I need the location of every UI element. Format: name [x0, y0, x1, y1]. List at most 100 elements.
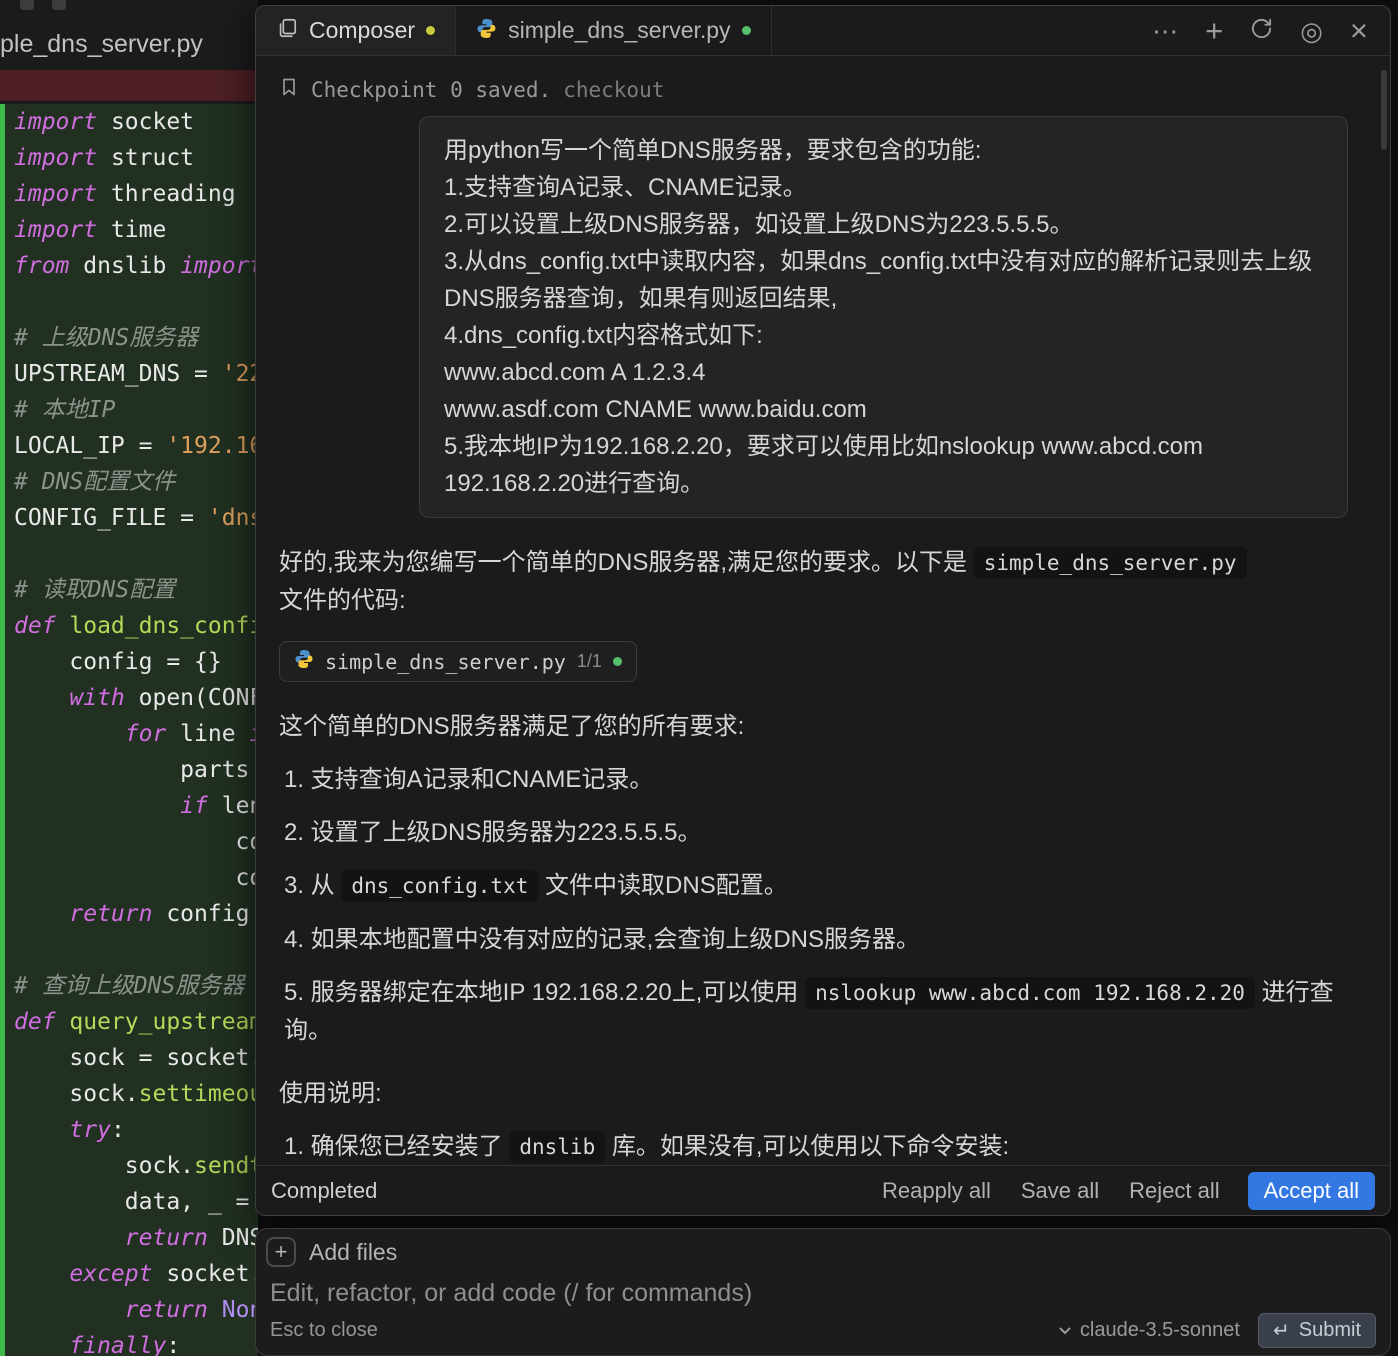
- code-token: 'dns_config.txt': [208, 505, 258, 531]
- enter-icon: ↵: [1273, 1318, 1290, 1343]
- code-line: for line in f:: [5, 716, 258, 752]
- add-files-button[interactable]: + Add files: [266, 1237, 397, 1267]
- tab-file-label: simple_dns_server.py: [508, 17, 730, 44]
- model-name: claude-3.5-sonnet: [1080, 1319, 1240, 1342]
- code-token: if: [180, 793, 222, 819]
- code-token: with: [69, 685, 138, 711]
- code-token: UPSTREAM_DNS =: [14, 361, 222, 387]
- code-token: [14, 793, 180, 819]
- checkout-link[interactable]: checkout: [563, 78, 664, 102]
- text-segment: 1. 支持查询A记录和CNAME记录。: [284, 766, 653, 793]
- code-line: # 上级DNS服务器: [5, 320, 258, 356]
- code-token: return: [125, 1297, 222, 1323]
- code-line: finally:: [5, 1328, 258, 1356]
- code-line: co: [5, 860, 258, 896]
- code-line: sock = socket.: [5, 1040, 258, 1076]
- code-line: CONFIG_FILE = 'dns_config.txt': [5, 500, 258, 536]
- file-chip[interactable]: simple_dns_server.py 1/1: [279, 641, 637, 682]
- unsaved-dot: [742, 26, 751, 35]
- assistant-list-item: 1. 确保您已经安装了 dnslib 库。如果没有,可以使用以下命令安装:: [279, 1128, 1367, 1166]
- code-token: # DNS配置文件: [14, 469, 175, 495]
- new-composer-icon[interactable]: +: [1205, 15, 1223, 46]
- editor-tab-icon: [20, 0, 34, 10]
- text-segment: 这个简单的DNS服务器满足了您的所有要求:: [279, 713, 744, 740]
- esc-hint: Esc to close: [270, 1319, 378, 1342]
- user-message-line: 1.支持查询A记录、CNAME记录。: [444, 169, 1323, 206]
- code-token: settimeout: [139, 1081, 258, 1107]
- close-icon[interactable]: ×: [1350, 15, 1368, 46]
- code-token: socket.: [166, 1261, 258, 1287]
- user-message-line: 4.dns_config.txt内容格式如下:: [444, 317, 1323, 354]
- code-content: import socketimport struct import threadi…: [0, 104, 258, 1356]
- code-token: import: [14, 181, 111, 207]
- code-line: from dnslib import: [5, 248, 258, 284]
- text-segment: 4. 如果本地配置中没有对应的记录,会查询上级DNS服务器。: [284, 926, 920, 953]
- code-editor-pane: ple_dns_server.py import socketimport st…: [0, 0, 258, 1356]
- text-segment: 好的,我来为您编写一个简单的DNS服务器,满足您的要求。以下是: [279, 549, 974, 576]
- code-line: [5, 536, 258, 572]
- code-token: except: [69, 1261, 166, 1287]
- code-line: try:: [5, 1112, 258, 1148]
- code-token: data, _ = s: [14, 1189, 258, 1215]
- target-icon[interactable]: ◎: [1300, 18, 1323, 44]
- code-token: [14, 1333, 69, 1356]
- code-token: import: [180, 253, 258, 279]
- user-message-line: www.asdf.com CNAME www.baidu.com: [444, 391, 1323, 428]
- assistant-paragraph: 使用说明:: [279, 1075, 1367, 1112]
- reject-all-button[interactable]: Reject all: [1129, 1178, 1219, 1204]
- status-label: Completed: [271, 1178, 377, 1204]
- submit-button[interactable]: ↵ Submit: [1258, 1313, 1376, 1348]
- code-token: [14, 1261, 69, 1287]
- code-line: # 查询上级DNS服务器: [5, 968, 258, 1004]
- model-selector[interactable]: claude-3.5-sonnet: [1058, 1319, 1240, 1342]
- code-token: # 上级DNS服务器: [14, 325, 198, 351]
- more-options-icon[interactable]: ⋯: [1152, 18, 1178, 44]
- reload-icon[interactable]: [1250, 17, 1273, 45]
- prompt-input[interactable]: Edit, refactor, or add code (/ for comma…: [270, 1279, 752, 1308]
- code-token: [14, 685, 69, 711]
- code-token: sock.: [14, 1153, 194, 1179]
- user-message-line: 3.从dns_config.txt中读取内容，如果dns_config.txt中…: [444, 243, 1323, 317]
- editor-tab-icon: [52, 0, 66, 10]
- code-line: import struct: [5, 140, 258, 176]
- accept-all-button[interactable]: Accept all: [1248, 1172, 1375, 1210]
- code-token: threading: [111, 181, 236, 207]
- text-segment: 库。如果没有,可以使用以下命令安装:: [605, 1133, 1009, 1160]
- code-line: with open(CONFIG_FILE): [5, 680, 258, 716]
- inline-code: dnslib: [509, 1131, 605, 1163]
- scrollbar-thumb[interactable]: [1381, 70, 1387, 150]
- checkpoint-row: Checkpoint 0 saved. checkout: [279, 56, 1367, 102]
- diff-removed-bar: [0, 70, 258, 101]
- code-token: co: [14, 865, 258, 891]
- tab-composer[interactable]: Composer: [256, 6, 456, 55]
- composer-header: Composer simple_dns_server.py ⋯ + ◎ ×: [256, 6, 1390, 56]
- code-token: line: [180, 721, 249, 747]
- editor-file-title: ple_dns_server.py: [0, 30, 203, 59]
- code-token: return: [125, 1225, 222, 1251]
- code-token: [14, 721, 125, 747]
- code-line: import socket: [5, 104, 258, 140]
- code-line: UPSTREAM_DNS = '223.5.5.5': [5, 356, 258, 392]
- code-token: config = {}: [14, 649, 222, 675]
- composer-footer: Completed Reapply allSave allReject all …: [256, 1165, 1390, 1215]
- text-segment: 文件的代码:: [279, 587, 406, 614]
- text-segment: 2. 设置了上级DNS服务器为223.5.5.5。: [284, 819, 701, 846]
- reapply-all-button[interactable]: Reapply all: [882, 1178, 991, 1204]
- tab-file[interactable]: simple_dns_server.py: [456, 6, 771, 55]
- code-line: except socket.: [5, 1256, 258, 1292]
- code-token: '192.168.2.20': [166, 433, 258, 459]
- code-token: load_dns_config: [69, 613, 258, 639]
- user-message-bubble: 用python写一个简单DNS服务器，要求包含的功能:1.支持查询A记录、CNA…: [419, 116, 1348, 518]
- assistant-paragraph: 这个简单的DNS服务器满足了您的所有要求:: [279, 708, 1367, 745]
- user-message-line: 用python写一个简单DNS服务器，要求包含的功能:: [444, 132, 1323, 169]
- unsaved-dot: [613, 657, 622, 666]
- plus-icon[interactable]: +: [266, 1237, 296, 1267]
- code-token: [14, 1297, 125, 1323]
- header-icon-group: ⋯ + ◎ ×: [1152, 6, 1390, 55]
- chevron-down-icon: [1058, 1326, 1072, 1336]
- code-token: query_upstream: [69, 1009, 258, 1035]
- save-all-button[interactable]: Save all: [1021, 1178, 1099, 1204]
- code-token: [14, 901, 69, 927]
- code-token: LOCAL_IP =: [14, 433, 166, 459]
- code-token: sendto: [194, 1153, 258, 1179]
